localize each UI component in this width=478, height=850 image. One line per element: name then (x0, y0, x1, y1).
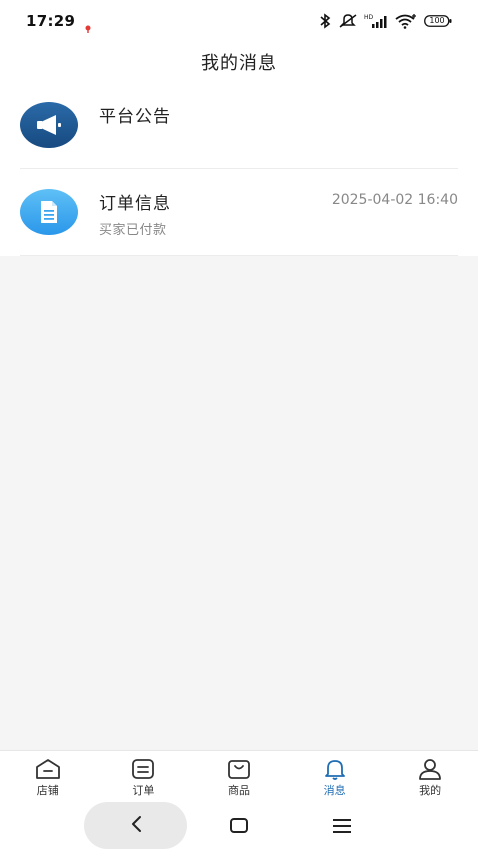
nav-label: 店铺 (36, 784, 59, 797)
bottom-nav: 店铺 订单 商品 消息 我的 (0, 750, 478, 800)
status-bar: 17:29 HD 100 (0, 0, 478, 42)
bell-icon (322, 758, 348, 780)
back-icon (129, 815, 143, 837)
home-button[interactable] (229, 817, 249, 839)
svg-text:HD: HD (364, 14, 374, 21)
user-icon (417, 758, 443, 780)
bag-icon (226, 758, 252, 780)
nav-item-products[interactable]: 商品 (191, 751, 287, 800)
battery-icon: 100 (424, 14, 452, 28)
mute-icon (338, 13, 358, 29)
notification-dot-icon (85, 18, 91, 33)
status-time: 17:29 (26, 12, 76, 30)
message-time: 2025-04-02 16:40 (331, 192, 458, 208)
message-subtitle: 买家已付款 (99, 223, 167, 238)
nav-item-store[interactable]: 店铺 (0, 751, 96, 800)
nav-item-orders[interactable]: 订单 (96, 751, 192, 800)
battery-level: 100 (429, 16, 445, 25)
wifi-icon (394, 13, 418, 29)
order-icon (130, 758, 156, 780)
megaphone-icon (20, 102, 78, 148)
store-icon (35, 758, 61, 780)
nav-label: 订单 (132, 784, 155, 797)
nav-label: 消息 (323, 784, 346, 797)
page-title: 我的消息 (201, 53, 277, 74)
menu-button[interactable] (332, 817, 352, 839)
message-title: 平台公告 (99, 107, 171, 127)
system-nav-bar (0, 800, 478, 850)
divider (20, 255, 458, 256)
back-button[interactable] (84, 802, 187, 849)
home-icon (229, 818, 249, 839)
hd-signal-icon: HD (364, 13, 388, 29)
document-icon (20, 189, 78, 235)
nav-label: 我的 (419, 784, 442, 797)
nav-item-mine[interactable]: 我的 (382, 751, 478, 800)
nav-item-messages[interactable]: 消息 (287, 751, 383, 800)
bluetooth-icon (318, 13, 332, 29)
nav-label: 商品 (227, 784, 250, 797)
menu-icon (332, 819, 352, 839)
status-left: 17:29 (26, 12, 91, 33)
message-list: 平台公告 订单信息 买家已付款 2025-04-02 16:40 (0, 82, 478, 256)
header: 我的消息 (0, 42, 478, 82)
message-title: 订单信息 (99, 194, 171, 214)
status-icons: HD 100 (318, 13, 452, 29)
